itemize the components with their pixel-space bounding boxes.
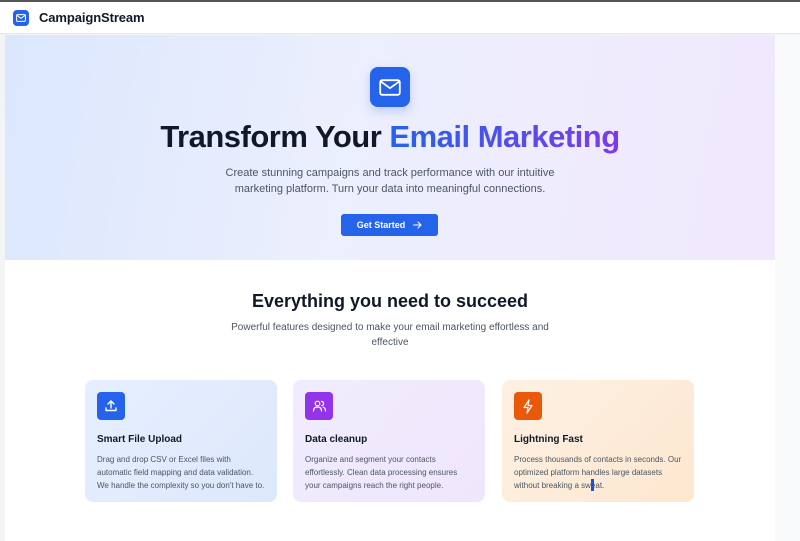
hero-title: Transform Your Email Marketing (5, 119, 775, 155)
hero-title-plain: Transform Your (160, 119, 390, 154)
feature-card-title: Smart File Upload (97, 434, 183, 445)
text-cursor (591, 479, 594, 491)
feature-card-title: Data cleanup (305, 434, 368, 445)
scroll-gutter (775, 35, 800, 541)
get-started-button[interactable]: Get Started (341, 214, 438, 236)
feature-card-title: Lightning Fast (514, 434, 583, 445)
upload-icon (97, 392, 125, 420)
hero-title-highlight: Email Marketing (389, 119, 620, 154)
brand-name[interactable]: CampaignStream (39, 10, 145, 25)
arrow-right-icon (413, 221, 422, 229)
app-header: CampaignStream (0, 2, 800, 34)
get-started-label: Get Started (356, 220, 406, 230)
mail-icon[interactable] (13, 9, 29, 26)
feature-card-text: Drag and drop CSV or Excel files with au… (97, 455, 265, 490)
feature-card-upload: Smart File Upload Drag and drop CSV or E… (85, 380, 277, 502)
mail-icon (370, 67, 410, 107)
lightning-icon (514, 392, 542, 420)
feature-card-text: Process thousands of contacts in seconds… (514, 455, 682, 490)
feature-card-text: Organize and segment your contacts effor… (305, 455, 458, 490)
feature-card-cleanup: Data cleanup Organize and segment your c… (293, 380, 485, 502)
feature-card-fast: Lightning Fast Process thousands of cont… (502, 380, 694, 502)
landing-page: Transform Your Email Marketing Create st… (5, 35, 775, 541)
hero-subtitle: Create stunning campaigns and track perf… (225, 167, 555, 195)
hero-section: Transform Your Email Marketing Create st… (5, 35, 775, 260)
users-icon (305, 392, 333, 420)
features-subtitle: Powerful features designed to make your … (231, 322, 549, 348)
features-title: Everything you need to succeed (251, 291, 529, 311)
